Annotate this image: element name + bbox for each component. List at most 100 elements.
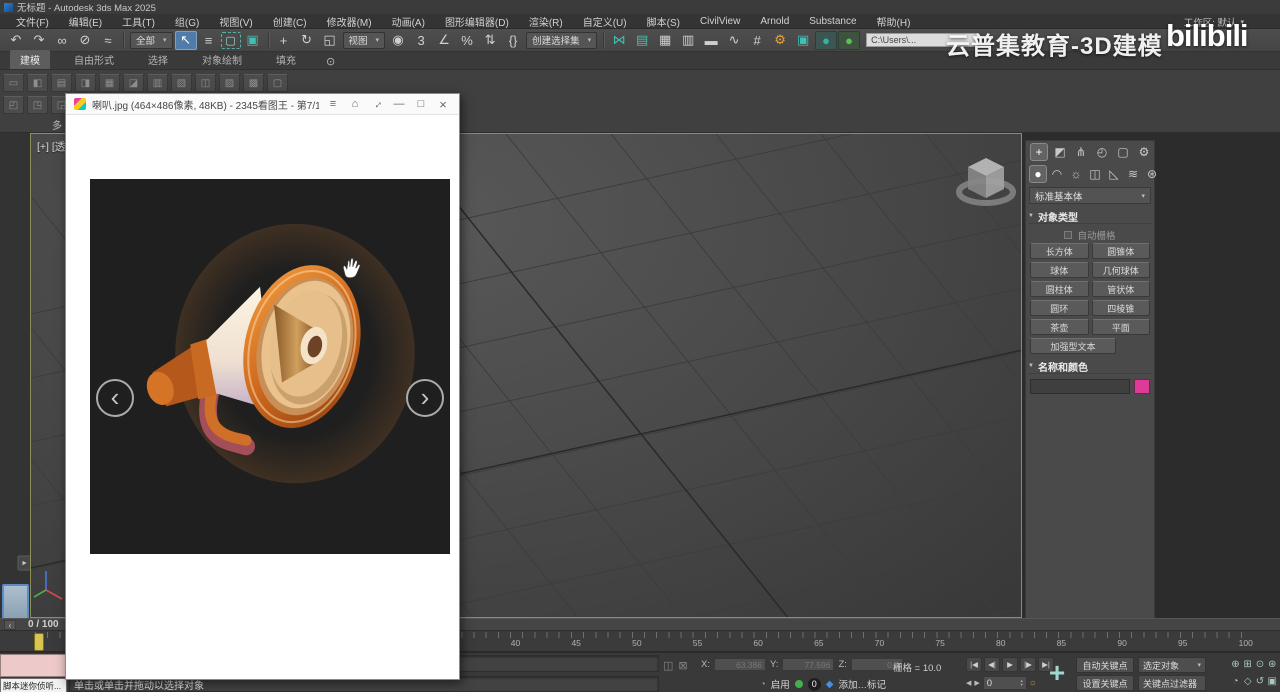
menu-item[interactable]: 工具(T) xyxy=(112,14,165,29)
select-and-move-icon[interactable]: + xyxy=(273,31,295,50)
menu-item[interactable]: 自定义(U) xyxy=(573,14,637,29)
object-name-field[interactable] xyxy=(1030,379,1130,394)
menu-item[interactable]: CivilView xyxy=(690,16,750,27)
fullscreen-icon[interactable]: ↔ xyxy=(369,98,385,110)
lights-icon[interactable]: ☼ xyxy=(1067,165,1085,183)
ribbon-panel-button[interactable]: ◨ xyxy=(75,74,96,92)
primitive-button[interactable]: 圆锥体 xyxy=(1092,243,1151,259)
menu-item[interactable]: 动画(A) xyxy=(382,14,435,29)
key-mode-icon[interactable]: ○ xyxy=(1030,678,1036,689)
close-button[interactable]: × xyxy=(435,97,451,112)
select-and-link-icon[interactable]: ∞ xyxy=(51,31,73,50)
primitive-button[interactable]: 球体 xyxy=(1030,262,1089,278)
viewer-titlebar[interactable]: 喇叭.jpg (464×486像素, 48KB) - 2345看图王 - 第7/… xyxy=(66,94,459,115)
current-frame-field[interactable]: 0 ▴▾ xyxy=(983,676,1027,690)
undo-icon[interactable]: ↶ xyxy=(5,31,27,50)
prev-image-button[interactable]: ‹ xyxy=(96,379,134,417)
next-key-icon[interactable]: |▶ xyxy=(1020,657,1036,672)
viewer-menu-icon[interactable]: ≡ xyxy=(325,98,341,110)
workspace-selector[interactable]: 工作区: 默认 ▾ xyxy=(1184,14,1244,29)
home-icon[interactable]: ⌂ xyxy=(347,98,363,110)
primitive-button[interactable]: 圆柱体 xyxy=(1030,281,1089,297)
spinner-icon[interactable]: ▴▾ xyxy=(1021,679,1023,687)
zoom-icon[interactable]: ⊕ xyxy=(1230,656,1241,672)
ribbon-panel-button[interactable]: ◪ xyxy=(123,74,144,92)
selected-filter-dropdown[interactable]: 选定对象 ▾ xyxy=(1138,657,1206,673)
time-slider-value[interactable]: 0 / 100 xyxy=(28,619,59,630)
autogrid-checkbox[interactable]: 自动栅格 xyxy=(1030,227,1150,243)
set-keys-button[interactable]: + xyxy=(1042,657,1072,689)
mirror-icon[interactable]: ⋈ xyxy=(608,31,630,50)
scene-explorer-icon[interactable]: ▦ xyxy=(654,31,676,50)
menu-item[interactable]: 图形编辑器(D) xyxy=(435,14,519,29)
select-by-name-icon[interactable]: ≡ xyxy=(198,31,220,50)
curve-editor-icon[interactable]: ∿ xyxy=(723,31,745,50)
minimize-button[interactable]: — xyxy=(391,98,407,110)
viewcube[interactable] xyxy=(951,150,1021,212)
spinner-snap-icon[interactable]: ⇅ xyxy=(479,31,501,50)
maximize-viewport-icon[interactable]: ▣ xyxy=(1267,673,1278,689)
utilities-tab-icon[interactable]: ⚙ xyxy=(1135,143,1153,161)
schematic-view-icon[interactable]: # xyxy=(746,31,768,50)
auto-key-button[interactable]: 自动关键点 xyxy=(1076,657,1134,673)
spacewarps-icon[interactable]: ≋ xyxy=(1124,165,1142,183)
zoom-all-icon[interactable]: ⊞ xyxy=(1242,656,1253,672)
select-and-scale-icon[interactable]: ◱ xyxy=(319,31,341,50)
ribbon-tab[interactable]: 填充 xyxy=(266,50,306,69)
orbit-icon[interactable]: ↺ xyxy=(1255,673,1266,689)
rendered-frame-icon[interactable]: ▣ xyxy=(792,31,814,50)
bind-to-spacewarp-icon[interactable]: ≈ xyxy=(97,31,119,50)
go-to-start-icon[interactable]: |◀ xyxy=(966,657,982,672)
menu-item[interactable]: Substance xyxy=(799,16,866,27)
prev-frame-icon[interactable]: ◀ xyxy=(966,679,971,687)
primitive-button[interactable]: 长方体 xyxy=(1030,243,1089,259)
set-key-button[interactable]: 设置关键点 xyxy=(1076,675,1134,691)
zoom-extents-icon[interactable]: ⊙ xyxy=(1255,656,1266,672)
ribbon-tab[interactable]: 建模 xyxy=(10,50,50,69)
modify-tab-icon[interactable]: ◩ xyxy=(1051,143,1069,161)
motion-tab-icon[interactable]: ◴ xyxy=(1093,143,1111,161)
layer-explorer-icon[interactable]: ▥ xyxy=(677,31,699,50)
previous-key-icon[interactable]: ◀| xyxy=(984,657,1000,672)
menu-item[interactable]: 文件(F) xyxy=(6,14,59,29)
render-setup-icon[interactable]: ⚙ xyxy=(769,31,791,50)
percent-snap-icon[interactable]: % xyxy=(456,31,478,50)
menu-item[interactable]: 渲染(R) xyxy=(519,14,573,29)
selection-filter-dropdown[interactable]: 全部 ▾ xyxy=(130,32,173,49)
play-icon[interactable]: ▶ xyxy=(1002,657,1018,672)
ribbon-panel-button[interactable]: ▭ xyxy=(3,74,24,92)
ribbon-tab[interactable]: 自由形式 xyxy=(64,50,124,69)
unlink-selection-icon[interactable]: ⊘ xyxy=(74,31,96,50)
zoom-extents-all-icon[interactable]: ⊛ xyxy=(1267,656,1278,672)
pan-icon[interactable]: ◇ xyxy=(1242,673,1253,689)
cameras-icon[interactable]: ◫ xyxy=(1086,165,1104,183)
ribbon-panel-button[interactable]: ◳ xyxy=(27,96,48,114)
ribbon-panel-button[interactable]: ▨ xyxy=(219,74,240,92)
key-filters-button[interactable]: 关键点过滤器 xyxy=(1138,675,1206,691)
menu-item[interactable]: 修改器(M) xyxy=(317,14,382,29)
edit-named-sets-icon[interactable]: {} xyxy=(502,31,524,50)
ribbon-panel-button[interactable]: ▦ xyxy=(99,74,120,92)
select-and-rotate-icon[interactable]: ↻ xyxy=(296,31,318,50)
ribbon-tab[interactable]: 对象绘制 xyxy=(192,50,252,69)
image-viewer-window[interactable]: 喇叭.jpg (464×486像素, 48KB) - 2345看图王 - 第7/… xyxy=(65,93,460,680)
align-icon[interactable]: ▤ xyxy=(631,31,653,50)
window-crossing-icon[interactable]: ▣ xyxy=(242,31,264,50)
render-production-icon[interactable]: ● xyxy=(815,31,837,50)
maxscript-mini-listener[interactable] xyxy=(0,654,66,677)
systems-icon[interactable]: ⊛ xyxy=(1143,165,1161,183)
ribbon-panel-button[interactable]: ◫ xyxy=(195,74,216,92)
primitive-button[interactable]: 平面 xyxy=(1092,319,1151,335)
ribbon-toggle-icon[interactable]: ▬ xyxy=(700,31,722,50)
next-image-button[interactable]: › xyxy=(406,379,444,417)
angle-snap-icon[interactable]: ∠ xyxy=(433,31,455,50)
primitive-button[interactable]: 圆环 xyxy=(1030,300,1089,316)
ribbon-options-icon[interactable]: ⊙ xyxy=(326,55,335,69)
menu-item[interactable]: 组(G) xyxy=(165,14,209,29)
display-tab-icon[interactable]: ▢ xyxy=(1114,143,1132,161)
primitive-category-dropdown[interactable]: 标准基本体 ▾ xyxy=(1029,187,1151,204)
ribbon-panel-button[interactable]: ▢ xyxy=(267,74,288,92)
use-pivot-center-icon[interactable]: ◉ xyxy=(387,31,409,50)
reference-coordinate-dropdown[interactable]: 视图 ▾ xyxy=(343,32,386,49)
time-slider-prev-button[interactable]: ‹ xyxy=(4,620,16,630)
